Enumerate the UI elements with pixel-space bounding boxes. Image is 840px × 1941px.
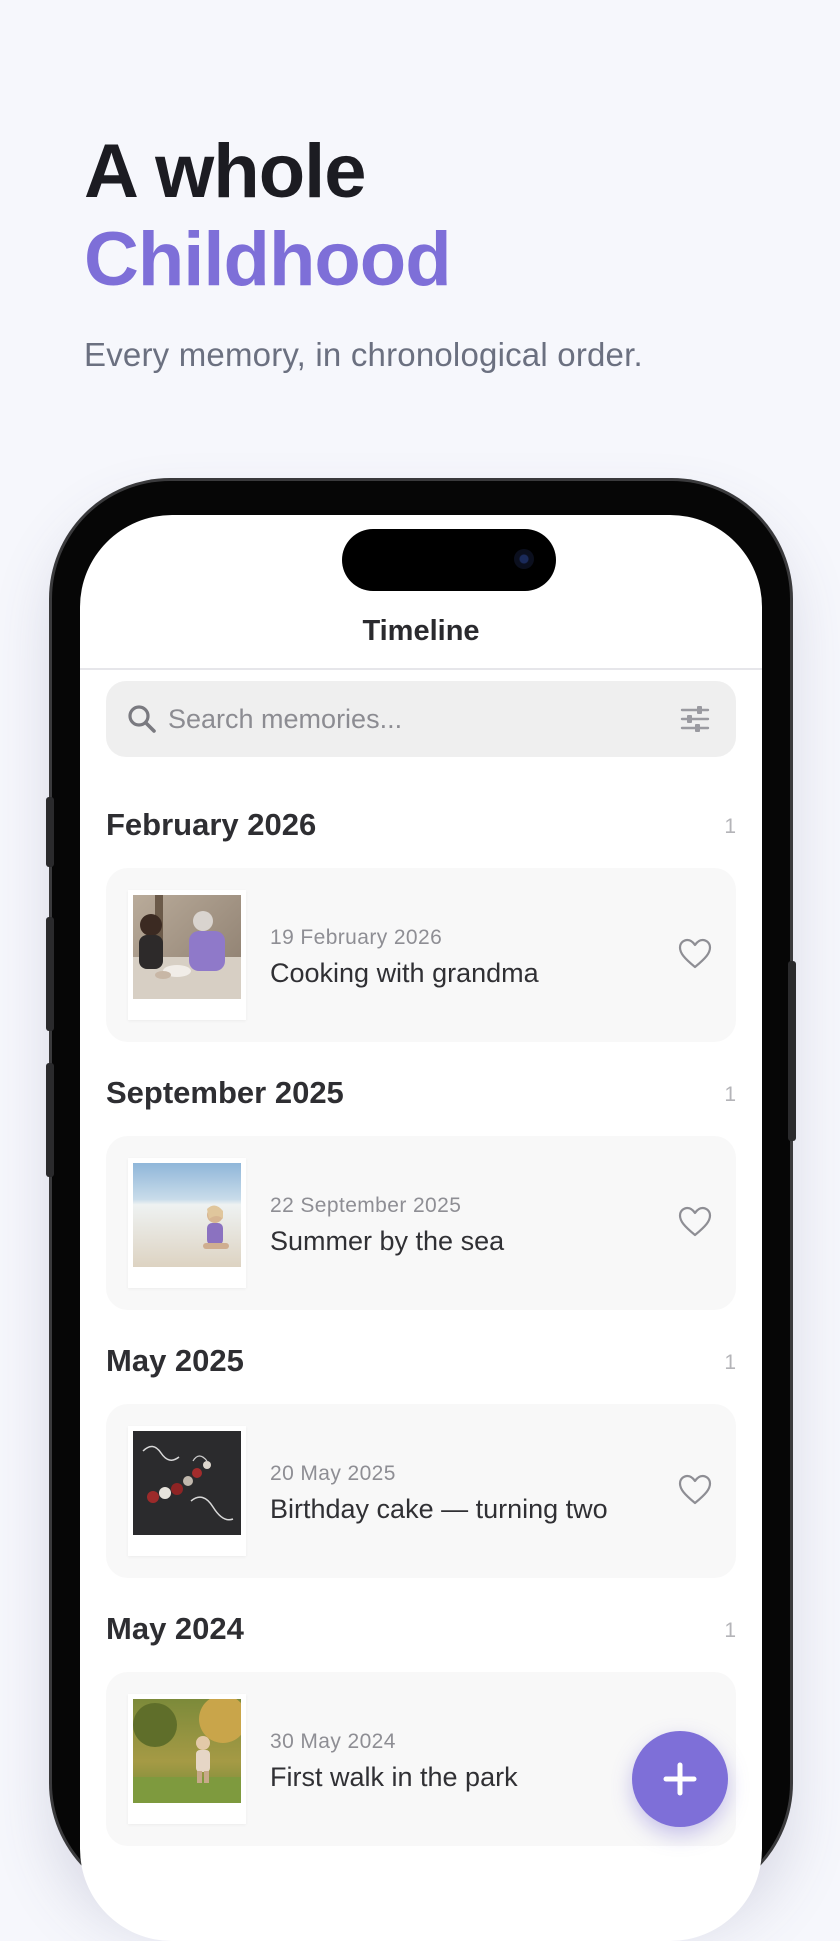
phone-screen: Timeline February 2026 1 [80, 515, 762, 1941]
section-title: May 2024 [106, 1611, 244, 1646]
phone-frame: Timeline February 2026 1 [46, 481, 796, 1941]
photo-beach [133, 1163, 241, 1267]
hero-title-line1: A whole [84, 129, 367, 214]
search-input[interactable] [168, 681, 648, 757]
memory-date: 20 May 2025 [270, 1462, 396, 1485]
front-camera [514, 549, 534, 569]
section-count: 1 [724, 815, 736, 838]
add-memory-button[interactable] [632, 1731, 728, 1827]
hero-subtitle: Every memory, in chronological order. [84, 336, 643, 373]
section-header: May 2025 1 [106, 1343, 736, 1383]
heart-outline-icon[interactable] [678, 1206, 712, 1238]
section-header: February 2026 1 [106, 807, 736, 847]
photo-cooking [133, 895, 241, 999]
section-header: September 2025 1 [106, 1075, 736, 1115]
heart-outline-icon[interactable] [678, 938, 712, 970]
heart-outline-icon[interactable] [678, 1474, 712, 1506]
memory-title: Cooking with grandma [270, 958, 539, 988]
search-icon [128, 705, 156, 733]
sliders-icon[interactable] [680, 705, 710, 733]
memory-title: Summer by the sea [270, 1226, 505, 1256]
hero-title: A whole Childhood [84, 128, 452, 304]
memory-thumbnail [128, 1694, 246, 1824]
nav-divider [80, 668, 762, 670]
photo-birthday-cake [133, 1431, 241, 1535]
memory-thumbnail [128, 890, 246, 1020]
section-title: May 2025 [106, 1343, 244, 1378]
power-button [788, 961, 796, 1141]
memory-title: Birthday cake — turning two [270, 1494, 608, 1524]
memory-card[interactable]: 22 September 2025 Summer by the sea [106, 1136, 736, 1310]
volume-down-button [46, 1063, 54, 1177]
section-count: 1 [724, 1619, 736, 1642]
plus-icon [663, 1762, 697, 1796]
memory-card[interactable]: 20 May 2025 Birthday cake — turning two [106, 1404, 736, 1578]
memory-card[interactable]: 19 February 2026 Cooking with grandma [106, 868, 736, 1042]
photo-park [133, 1699, 241, 1803]
section-count: 1 [724, 1083, 736, 1106]
section-header: May 2024 1 [106, 1611, 736, 1651]
dynamic-island [342, 529, 556, 591]
search-bar[interactable] [106, 681, 736, 757]
nav-title: Timeline [362, 615, 480, 647]
section-count: 1 [724, 1351, 736, 1374]
section-title: February 2026 [106, 807, 317, 842]
action-button [46, 797, 54, 867]
memory-date: 19 February 2026 [270, 926, 443, 949]
memory-thumbnail [128, 1426, 246, 1556]
hero-title-accent: Childhood [84, 217, 452, 302]
section-title: September 2025 [106, 1075, 344, 1110]
volume-up-button [46, 917, 54, 1031]
memory-title: First walk in the park [270, 1762, 518, 1792]
memory-thumbnail [128, 1158, 246, 1288]
memory-date: 30 May 2024 [270, 1730, 396, 1753]
memory-date: 22 September 2025 [270, 1194, 462, 1217]
